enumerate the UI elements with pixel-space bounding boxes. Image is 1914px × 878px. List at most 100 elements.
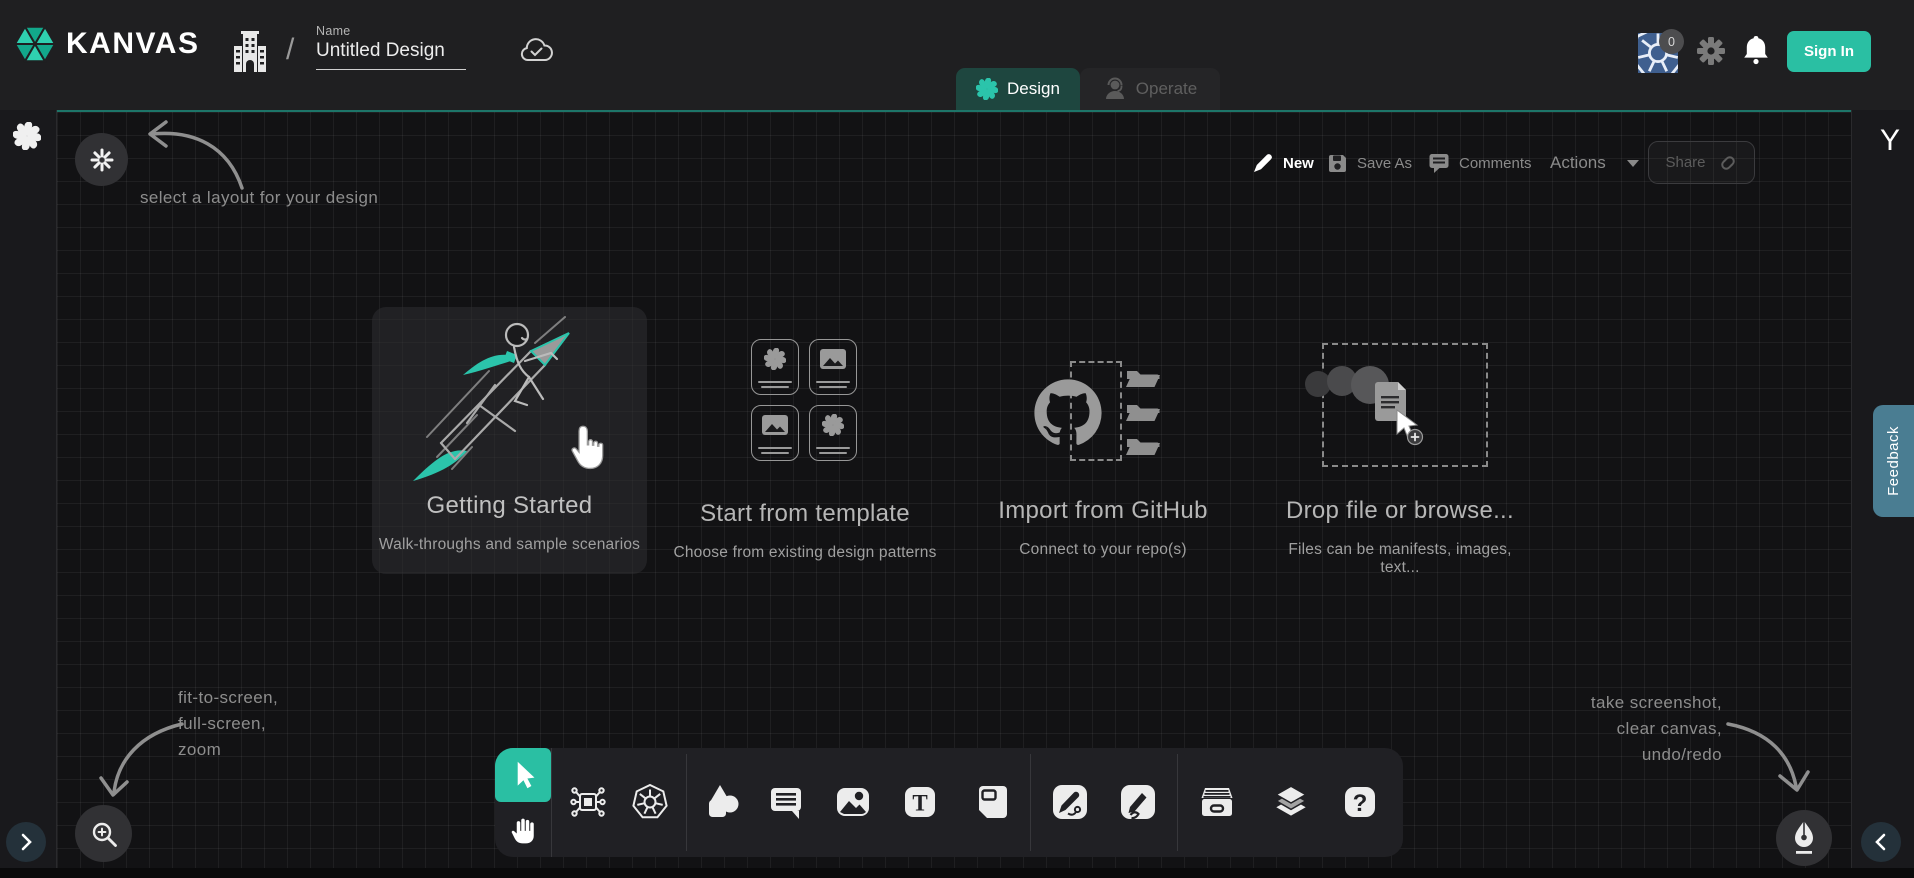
tool-pan[interactable] — [495, 802, 551, 857]
select-cursor-icon — [508, 758, 538, 792]
share-label: Share — [1665, 154, 1705, 171]
folder-icon — [1126, 431, 1162, 457]
image-icon — [820, 349, 846, 369]
toolbar-separator — [1030, 754, 1031, 851]
canvas-hint-line: clear canvas, — [1540, 716, 1722, 742]
template-tile-image — [751, 405, 799, 461]
breadcrumb-separator: / — [286, 33, 294, 67]
github-octocat-icon — [1034, 379, 1102, 447]
shapes-icon — [702, 782, 742, 822]
tool-layers[interactable] — [1268, 779, 1314, 825]
notifications-bell-icon[interactable] — [1741, 33, 1771, 67]
hand-pan-icon — [508, 813, 538, 847]
comments-button[interactable]: Comments — [1428, 146, 1532, 180]
view-hint-line: zoom — [178, 737, 278, 763]
toolbar-separator — [551, 748, 552, 857]
kanvas-logo-icon — [12, 21, 58, 67]
card-title: Getting Started — [372, 492, 647, 520]
tab-design[interactable]: Design — [956, 68, 1080, 110]
design-name-input[interactable] — [316, 38, 466, 70]
chevron-left-icon — [1875, 833, 1887, 851]
card-title: Start from template — [665, 500, 945, 528]
chevron-down-icon — [1627, 160, 1639, 167]
layout-picker-button[interactable] — [75, 133, 128, 186]
pen-nib-icon — [1788, 818, 1820, 858]
share-button[interactable]: Share — [1648, 141, 1755, 184]
tab-operate-label: Operate — [1136, 79, 1197, 99]
partner-logo: Y — [1880, 124, 1900, 158]
kanvas-app: KANVAS / Name — [0, 0, 1914, 878]
tool-drawer[interactable] — [1194, 779, 1240, 825]
view-hint-line: full-screen, — [178, 711, 278, 737]
tool-comment[interactable] — [763, 779, 809, 825]
name-field-label: Name — [316, 24, 466, 38]
organization-icon[interactable] — [230, 30, 270, 76]
tab-operate[interactable]: Operate — [1080, 68, 1220, 110]
card-subtitle: Connect to your repo(s) — [983, 541, 1223, 559]
toolbar-separator — [1177, 754, 1178, 851]
pinwheel-icon — [822, 414, 844, 436]
new-button-label: New — [1283, 155, 1314, 172]
folder-icon — [1126, 363, 1162, 389]
tool-select[interactable] — [495, 748, 551, 802]
cloud-saved-icon — [519, 36, 553, 64]
tool-kubernetes[interactable] — [627, 779, 673, 825]
tab-design-label: Design — [1007, 79, 1060, 99]
view-hint-line: fit-to-screen, — [178, 685, 278, 711]
save-as-label: Save As — [1357, 155, 1412, 172]
card-title: Import from GitHub — [983, 497, 1223, 525]
tool-sticky-note[interactable] — [968, 779, 1014, 825]
tool-pen[interactable] — [1047, 779, 1093, 825]
tool-image[interactable] — [830, 779, 876, 825]
feedback-tab[interactable]: Feedback — [1873, 405, 1914, 517]
kubernetes-helm-icon — [629, 781, 671, 823]
zoom-controls-button[interactable] — [75, 805, 132, 862]
tool-flowchart[interactable] — [565, 779, 611, 825]
save-floppy-icon — [1327, 153, 1348, 174]
card-subtitle: Files can be manifests, images, text... — [1270, 541, 1530, 577]
canvas-hint-line: undo/redo — [1540, 742, 1722, 768]
new-button[interactable]: New — [1252, 146, 1314, 180]
pencil-sketch-icon — [1118, 782, 1158, 822]
design-pinwheel-icon — [976, 78, 998, 100]
card-subtitle: Choose from existing design patterns — [645, 544, 965, 562]
hand-cursor-icon — [570, 425, 606, 471]
template-tile-design — [809, 405, 857, 461]
template-tile-design — [751, 339, 799, 395]
expand-right-panel-button[interactable] — [1861, 822, 1901, 862]
zoom-in-magnifier-icon — [89, 819, 119, 849]
canvas-actions-button[interactable] — [1776, 810, 1832, 866]
template-tile-image — [809, 339, 857, 395]
svg-text:?: ? — [1353, 790, 1368, 817]
pencil-new-icon — [1252, 152, 1274, 174]
design-name-field: Name — [316, 24, 466, 70]
actions-dropdown[interactable]: Actions — [1550, 146, 1639, 180]
expand-left-panel-button[interactable] — [6, 822, 46, 862]
tool-help[interactable]: ? — [1337, 779, 1383, 825]
credits-count-badge: 0 — [1659, 29, 1684, 54]
canvas-hint-arrow — [1722, 712, 1817, 807]
feedback-tab-label: Feedback — [1885, 426, 1902, 496]
mode-tabs: Design Operate — [956, 68, 1220, 110]
card-getting-started[interactable]: Getting Started Walk-throughs and sample… — [372, 307, 647, 574]
comments-label: Comments — [1459, 155, 1532, 172]
drawer-archive-icon — [1197, 782, 1237, 822]
sign-in-button[interactable]: Sign In — [1787, 31, 1871, 72]
sticky-note-icon — [971, 782, 1011, 822]
layers-stack-icon — [1270, 781, 1312, 823]
tool-shapes[interactable] — [699, 779, 745, 825]
text-tool-icon: T — [900, 782, 940, 822]
left-sidebar-strip — [0, 110, 57, 868]
layout-hint-text: select a layout for your design — [140, 188, 378, 208]
drop-file-illustration — [1300, 360, 1445, 455]
card-title: Drop file or browse... — [1280, 497, 1520, 525]
asterisk-icon — [89, 147, 115, 173]
tool-pencil[interactable] — [1115, 779, 1161, 825]
settings-gear-icon[interactable] — [1696, 36, 1726, 66]
bottom-window-edge — [0, 868, 1914, 878]
top-header: KANVAS / Name — [0, 0, 1914, 110]
tool-text[interactable]: T — [897, 779, 943, 825]
canvas-hint-text: take screenshot, clear canvas, undo/redo — [1540, 690, 1722, 768]
save-as-button[interactable]: Save As — [1327, 146, 1412, 180]
toolbar-separator — [686, 754, 687, 851]
